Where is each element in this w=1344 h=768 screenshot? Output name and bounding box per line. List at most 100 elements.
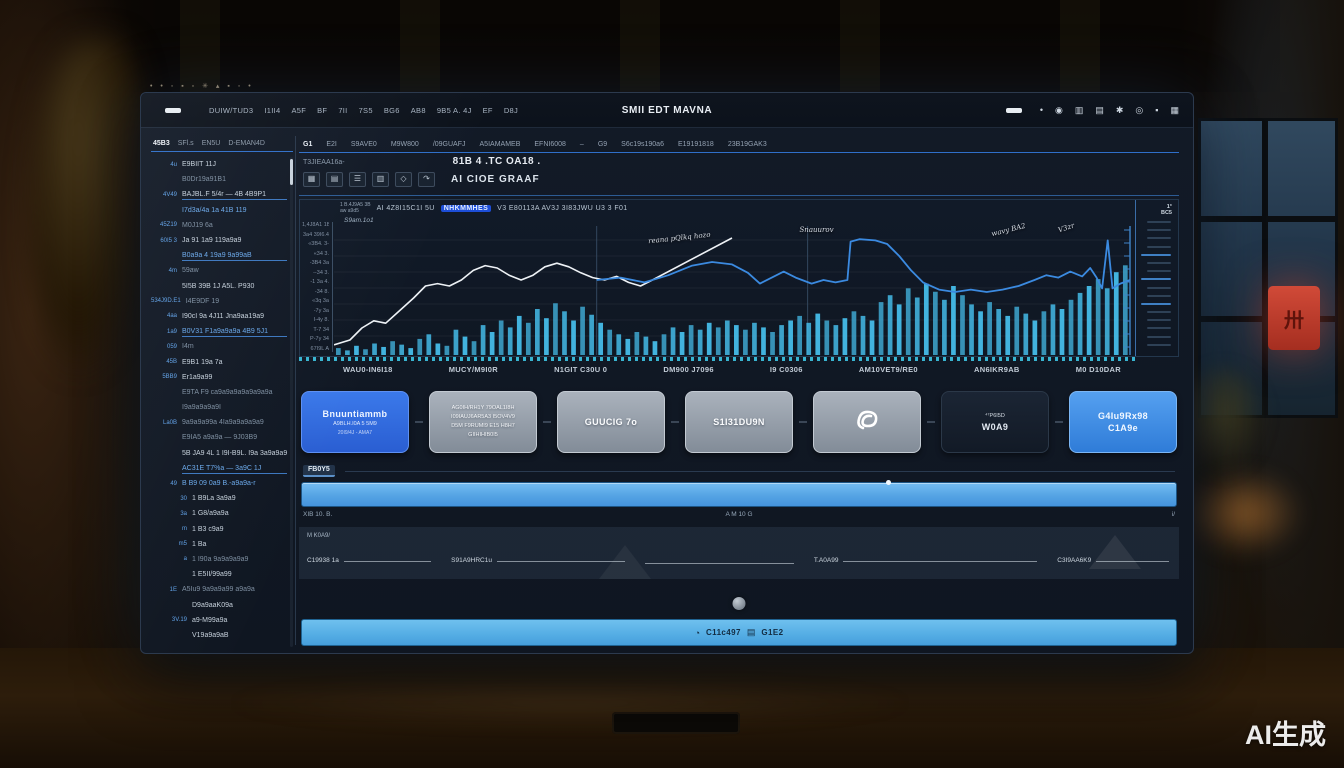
action-card-2[interactable]: GUUCIG 7o — [557, 391, 665, 453]
main-tab-6[interactable]: EFNI6008 — [534, 141, 566, 148]
y-tick-label: 3a4 39I6.4 — [302, 232, 329, 238]
tool-icon-5[interactable]: ↷ — [418, 172, 435, 187]
list-icon[interactable]: ▤ — [1095, 105, 1104, 116]
sidebar-item[interactable]: 60I5 3Ja 91 1a9 119a9a9 — [151, 233, 287, 248]
sidebar-item[interactable]: 45BE9B1 19a 7a — [151, 354, 287, 369]
menu-item-7[interactable]: AB8 — [411, 106, 426, 115]
sidebar-tab-3[interactable]: D-EMAN4D — [228, 140, 265, 147]
form-fields: C19938 1a S91A9HRC1u T.A0A99 C3I9AA6K9 — [307, 551, 1169, 564]
sidebar-item[interactable]: a1 I90a 9a9a9a9a9 — [151, 552, 287, 567]
wallet-icon[interactable]: ▥ — [1075, 105, 1084, 116]
main-tab-10[interactable]: E19191818 — [678, 141, 714, 148]
action-card-4[interactable] — [813, 391, 921, 453]
sidebar-tab-1[interactable]: SFl.s — [178, 140, 194, 147]
main-tab-1[interactable]: E2I — [326, 141, 337, 148]
stop-icon[interactable]: ▪ — [1155, 105, 1158, 115]
card-connector — [415, 421, 423, 423]
tool-icon-3[interactable]: ▥ — [372, 172, 389, 187]
sidebar-item[interactable]: E9TA F9 ca9a9a9a9a9a9a9a — [151, 385, 287, 400]
hamburger-dash-icon[interactable] — [165, 108, 181, 113]
sidebar-item[interactable]: 4V49BAJBL.F 5/4r — 4B 4B9P1 — [151, 187, 287, 202]
sidebar-item[interactable]: 059I4m — [151, 339, 287, 354]
sidebar-item[interactable]: 3V.19a9-M99a9a — [151, 613, 287, 628]
sidebar-item[interactable]: 4aaI90cI 9a 4J11 Jna9aa19a9 — [151, 309, 287, 324]
notifications-icon[interactable]: ✱ — [1116, 105, 1124, 116]
main-tab-7[interactable]: – — [580, 141, 584, 148]
sidebar-tab-2[interactable]: EN5U — [202, 140, 221, 147]
main-tab-11[interactable]: 23B19GAK3 — [728, 141, 767, 148]
sidebar-item[interactable]: V19a9a9aB — [151, 628, 287, 643]
action-card-1[interactable]: AG0IH/RH1Y 79OAL1I8HI09IAUJ6AR5A3 I5OV4V… — [429, 391, 537, 453]
menu-item-1[interactable]: I1II4 — [264, 106, 280, 115]
footer-action-bar[interactable]: ◔ C11c497 ▤ G1E2 — [301, 619, 1177, 646]
sidebar-item[interactable]: 3a1 G8/a9a9a — [151, 506, 287, 521]
menu-item-0[interactable]: DUIW/TUD3 — [209, 106, 253, 115]
sidebar-item[interactable]: m1 B3 c9a9 — [151, 522, 287, 537]
menu-item-5[interactable]: 7S5 — [359, 106, 373, 115]
sidebar-tab-0[interactable]: 45B3 — [153, 140, 170, 147]
globe-icon[interactable]: ◎ — [1135, 105, 1143, 116]
main-tab-8[interactable]: G9 — [598, 141, 607, 148]
sidebar-item[interactable]: 49B B9 09 0a9 B.-a9a9a-r — [151, 476, 287, 491]
main-tab-9[interactable]: S6c19s190a6 — [621, 141, 664, 148]
action-card-0[interactable]: BnuuntiammbA9BLH.I0A 5 5M920I9/4J - AMA7 — [301, 391, 409, 453]
status-dot-icon[interactable]: • — [1040, 105, 1043, 115]
form-field-4[interactable]: C3I9AA6K9 — [1057, 551, 1169, 564]
action-card-5[interactable]: ⁴⁷P6I5DW0A9 — [941, 391, 1049, 453]
menu-item-3[interactable]: BF — [317, 106, 327, 115]
tool-icon-4[interactable]: ◇ — [395, 172, 412, 187]
tool-icon-2[interactable]: ☰ — [349, 172, 366, 187]
form-field-3[interactable]: T.A0A99 — [814, 551, 1037, 564]
menu-item-8[interactable]: 9B5 A. 4J — [437, 106, 472, 115]
titlebar: DUIW/TUD3 I1II4 A5F BF 7II 7S5 BG6 AB8 9B5 A. 4J… — [141, 93, 1193, 128]
sidebar-item[interactable]: 534J9D.E1I4E9DF 19 — [151, 294, 287, 309]
section-chip[interactable]: FB0Y5 — [303, 465, 335, 477]
action-card-6[interactable]: G4Iu9Rx98C1A9e — [1069, 391, 1177, 453]
menu-item-2[interactable]: A5F — [291, 106, 306, 115]
collapse-handle-icon[interactable] — [733, 597, 746, 610]
sidebar-item[interactable]: I9a9a9a9a9I — [151, 400, 287, 415]
sidebar-item[interactable]: 1 E5II/99a99 — [151, 567, 287, 582]
sidebar-item-tag: 1a9 — [151, 329, 177, 335]
price-chart[interactable]: 1,4J8A1 1B3a4 39I6.4«3B4. 3-«34 3.-3B4 3… — [299, 199, 1179, 357]
main-tab-2[interactable]: S9AVE0 — [351, 141, 377, 148]
sidebar-item[interactable]: 5BB9Er1a9a99 — [151, 370, 287, 385]
scrollbar-thumb[interactable] — [290, 159, 293, 185]
menu-item-10[interactable]: D8J — [504, 106, 518, 115]
sidebar-item[interactable]: E9IA5 a9a9a — 9J03B9 — [151, 430, 287, 445]
main-tab-5[interactable]: A5IAMAMEB — [480, 141, 521, 148]
sidebar-item[interactable]: 4m59aw — [151, 263, 287, 278]
sidebar-item[interactable]: AC31E T7%a — 3a9C 1J — [151, 461, 287, 476]
menu-item-6[interactable]: BG6 — [384, 106, 400, 115]
sidebar-item-label: M0J19 6a — [182, 222, 213, 229]
sidebar-scrollbar[interactable] — [290, 157, 293, 647]
form-field-0[interactable]: C19938 1a — [307, 551, 431, 564]
sidebar-item[interactable]: m51 Ba — [151, 537, 287, 552]
sidebar-item[interactable]: 4uE9BIIT 11J — [151, 157, 287, 172]
tool-icon-0[interactable]: ▦ — [303, 172, 320, 187]
sidebar-item[interactable]: 45Z19M0J19 6a — [151, 218, 287, 233]
form-field-2[interactable] — [645, 553, 794, 564]
form-field-1[interactable]: S91A9HRC1u — [451, 551, 625, 564]
main-tab-4[interactable]: /09GUAFJ — [433, 141, 466, 148]
sidebar-item[interactable]: 5B JA9 4L 1 I9I-B9L. I9a 3a9a9a9a9 — [151, 446, 287, 461]
sidebar-item[interactable]: D9a9aaK09a — [151, 597, 287, 612]
sidebar-item[interactable]: 1a9B0V31 F1a9a9a9a 4B9 5J1 — [151, 324, 287, 339]
main-tab-0[interactable]: G1 — [303, 141, 312, 148]
account-icon[interactable]: ◉ — [1055, 105, 1063, 116]
sidebar-item[interactable]: B0Dr19a91B1 — [151, 172, 287, 187]
sidebar-item[interactable]: 5I5B 39B 1J A5L. P930 — [151, 279, 287, 294]
sidebar-item[interactable]: 1EA5Iu9 9a9a9a99 a9a9a — [151, 582, 287, 597]
minimize-icon[interactable] — [1006, 108, 1022, 113]
sidebar-item[interactable]: La0B9a9a9a99a 4Ia9a9a9a9a9 — [151, 415, 287, 430]
main-tab-3[interactable]: M9W800 — [391, 141, 419, 148]
tool-icon-1[interactable]: ▤ — [326, 172, 343, 187]
apps-icon[interactable]: ▦ — [1170, 105, 1179, 116]
menu-item-9[interactable]: EF — [483, 106, 493, 115]
action-card-3[interactable]: S1I31DU9N — [685, 391, 793, 453]
sidebar-item[interactable]: 301 B9La 3a9a9 — [151, 491, 287, 506]
sidebar-item[interactable]: I7d3a/4a 1a 41B 119 — [151, 203, 287, 218]
progress-bar[interactable] — [301, 482, 1177, 507]
sidebar-item[interactable]: B0a9a 4 19a9 9a99aB — [151, 248, 287, 263]
menu-item-4[interactable]: 7II — [338, 106, 347, 115]
